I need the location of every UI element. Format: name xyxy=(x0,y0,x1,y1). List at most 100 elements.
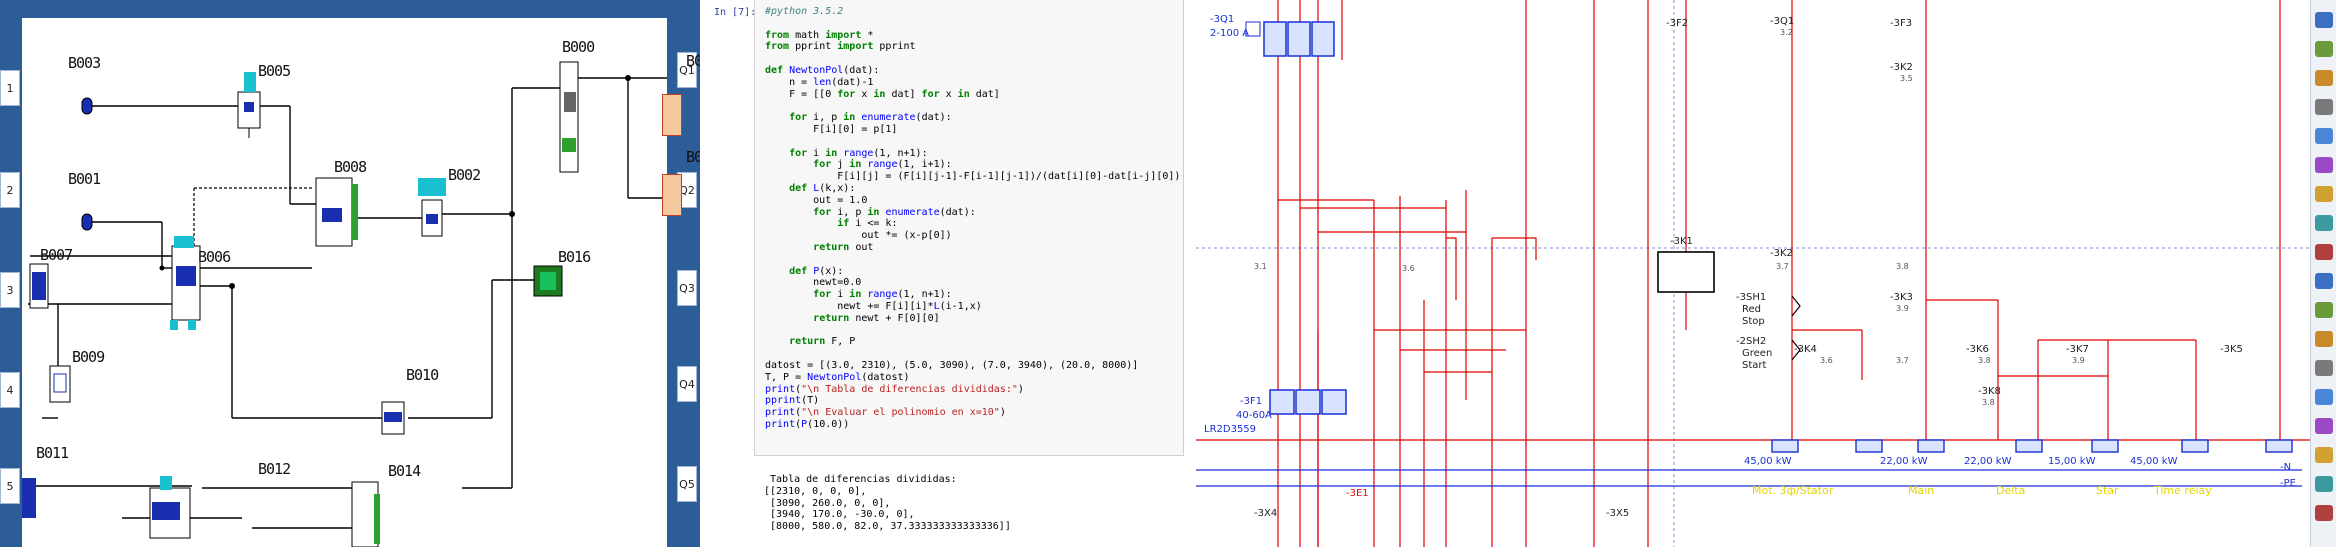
output-line: Tabla de diferencias divididas: xyxy=(764,474,957,485)
right-slot[interactable]: Q5 xyxy=(677,466,697,502)
search-icon[interactable] xyxy=(2315,389,2333,405)
grid-icon[interactable] xyxy=(2315,331,2333,347)
block-b003[interactable] xyxy=(170,236,201,330)
block-b010[interactable] xyxy=(381,401,405,435)
code-line: out *= (x-p[0]) xyxy=(765,230,952,242)
tag-3q1b[interactable]: -3Q1 xyxy=(1770,16,1794,27)
tag-3f3[interactable]: -3F3 xyxy=(1890,18,1912,29)
fbd-canvas[interactable]: B003 B001 B005 B008 B002 B000 B007 B006 … xyxy=(22,18,700,547)
code-line: n = len(dat)-1 xyxy=(765,76,874,88)
copy-icon[interactable] xyxy=(2315,99,2333,115)
tag-3f2[interactable]: -3F2 xyxy=(1666,18,1688,29)
tag-3k3[interactable]: -3K3 xyxy=(1890,292,1913,303)
bus-pe-label: -PE xyxy=(2280,478,2296,489)
output-fan-icon[interactable] xyxy=(662,94,682,136)
code-line: F[i][j] = (F[i][j-1]-F[i-1][j-1])/(dat[i… xyxy=(765,171,1181,183)
output-line: [3940, 170.0, -30.0, 0], xyxy=(764,509,915,521)
breaker-3q1[interactable] xyxy=(1245,21,1335,57)
block-b014[interactable] xyxy=(351,481,380,547)
block-b010-label: B010 xyxy=(406,366,439,384)
tag-3k7[interactable]: -3K7 xyxy=(2066,344,2089,355)
fbd-panel: 1 2 3 4 5 Q1 Q2 Q3 Q4 Q5 B003 B001 B005 … xyxy=(0,0,700,547)
ref-label: 3.7 xyxy=(1776,262,1789,271)
block-b005-label: B005 xyxy=(258,62,291,80)
input-i1[interactable] xyxy=(81,97,93,115)
code-text[interactable]: #python 3.5.2 from math import * from ppr… xyxy=(765,6,1180,431)
output-fan-icon[interactable] xyxy=(662,174,682,216)
undo-icon[interactable] xyxy=(2315,157,2333,173)
settings-icon[interactable] xyxy=(2315,244,2333,260)
redo-icon[interactable] xyxy=(2315,186,2333,202)
left-slot[interactable]: 5 xyxy=(0,468,20,504)
function-label: Delta xyxy=(1996,484,2026,497)
block-b007-label: B007 xyxy=(40,246,73,264)
vertical-toolbar xyxy=(2310,0,2336,547)
tag-3x5[interactable]: -3X5 xyxy=(1606,508,1629,519)
file-icon[interactable] xyxy=(2315,12,2333,28)
code-line: print(P(10.0)) xyxy=(765,418,850,430)
block-b002-label: B002 xyxy=(448,166,481,184)
bus-n-label: -N xyxy=(2280,462,2292,473)
code-line: for i in range(1, n+1): xyxy=(813,289,952,301)
code-line: return F, P xyxy=(789,336,856,348)
block-b011[interactable] xyxy=(22,478,36,518)
stop-tag[interactable]: -3SH1 xyxy=(1736,292,1766,303)
schematic-panel[interactable]: -3Q1 2-100 A -3F2 -3Q1 -3F3 -3K2 -3K1 -3… xyxy=(1196,0,2310,547)
tag-3q1[interactable]: -3Q1 xyxy=(1210,14,1234,25)
ref-label: 3.8 xyxy=(1896,262,1909,271)
help-icon[interactable] xyxy=(2315,273,2333,289)
timer-3k1[interactable] xyxy=(1657,251,1715,293)
save-icon[interactable] xyxy=(2315,41,2333,57)
code-line: for i, p in enumerate(dat): xyxy=(813,206,976,218)
right-slot[interactable]: Q4 xyxy=(677,366,697,402)
output-line: [[2310, 0, 0, 0], xyxy=(764,485,867,497)
left-slot[interactable]: 3 xyxy=(0,272,20,308)
input-i2[interactable] xyxy=(81,213,93,231)
layers-icon[interactable] xyxy=(2315,302,2333,318)
block-b005[interactable] xyxy=(237,72,261,138)
start-tag[interactable]: -2SH2 xyxy=(1736,336,1766,347)
tag-3k4[interactable]: -3K4 xyxy=(1794,344,1817,355)
block-b011-label: B011 xyxy=(36,444,69,462)
block-b007[interactable] xyxy=(29,263,49,309)
tag-icon[interactable] xyxy=(2315,447,2333,463)
tag-3k5[interactable]: -3K5 xyxy=(2220,344,2243,355)
tag-3k1[interactable]: -3K1 xyxy=(1670,236,1693,247)
tag-3x4[interactable]: -3X4 xyxy=(1254,508,1277,519)
left-slot[interactable]: 2 xyxy=(0,172,20,208)
relay-3f1[interactable] xyxy=(1269,389,1347,415)
left-slot[interactable]: 1 xyxy=(0,70,20,106)
block-b001-label: B001 xyxy=(68,170,101,188)
code-line: return out xyxy=(813,241,874,253)
rating-label: 22,00 kW xyxy=(1880,456,1928,467)
zoom-icon[interactable] xyxy=(2315,215,2333,231)
tag-3e1[interactable]: -3E1 xyxy=(1346,488,1369,499)
code-line: def L(k,x): xyxy=(789,182,856,194)
paste-icon[interactable] xyxy=(2315,128,2333,144)
left-slot[interactable]: 4 xyxy=(0,372,20,408)
code-line: from pprint import pprint xyxy=(765,41,916,53)
lock-icon[interactable] xyxy=(2315,360,2333,376)
block-b002[interactable] xyxy=(418,178,446,237)
export-icon[interactable] xyxy=(2315,505,2333,521)
block-b008-label: B008 xyxy=(334,158,367,176)
code-line: if i <= k: xyxy=(837,218,898,230)
tag-3k2b[interactable]: -3K2 xyxy=(1770,248,1793,259)
color-icon[interactable] xyxy=(2315,418,2333,434)
block-b000[interactable] xyxy=(559,61,579,173)
code-line: pprint(T) xyxy=(765,395,820,407)
block-b016[interactable] xyxy=(533,265,563,297)
arrow-icon[interactable] xyxy=(2315,476,2333,492)
ref-label: 3.6 xyxy=(1402,264,1415,273)
block-b009[interactable] xyxy=(49,365,71,403)
print-icon[interactable] xyxy=(2315,70,2333,86)
tag-3k8[interactable]: -3K8 xyxy=(1978,386,2001,397)
tag-3k2a[interactable]: -3K2 xyxy=(1890,62,1913,73)
block-b008[interactable] xyxy=(315,177,358,247)
code-line: for j in range(1, i+1): xyxy=(813,159,952,171)
right-slot[interactable]: Q3 xyxy=(677,270,697,306)
tag-3f1[interactable]: -3F1 xyxy=(1240,396,1262,407)
code-input[interactable]: #python 3.5.2 from math import * from ppr… xyxy=(754,0,1184,456)
tag-3k6[interactable]: -3K6 xyxy=(1966,344,1989,355)
